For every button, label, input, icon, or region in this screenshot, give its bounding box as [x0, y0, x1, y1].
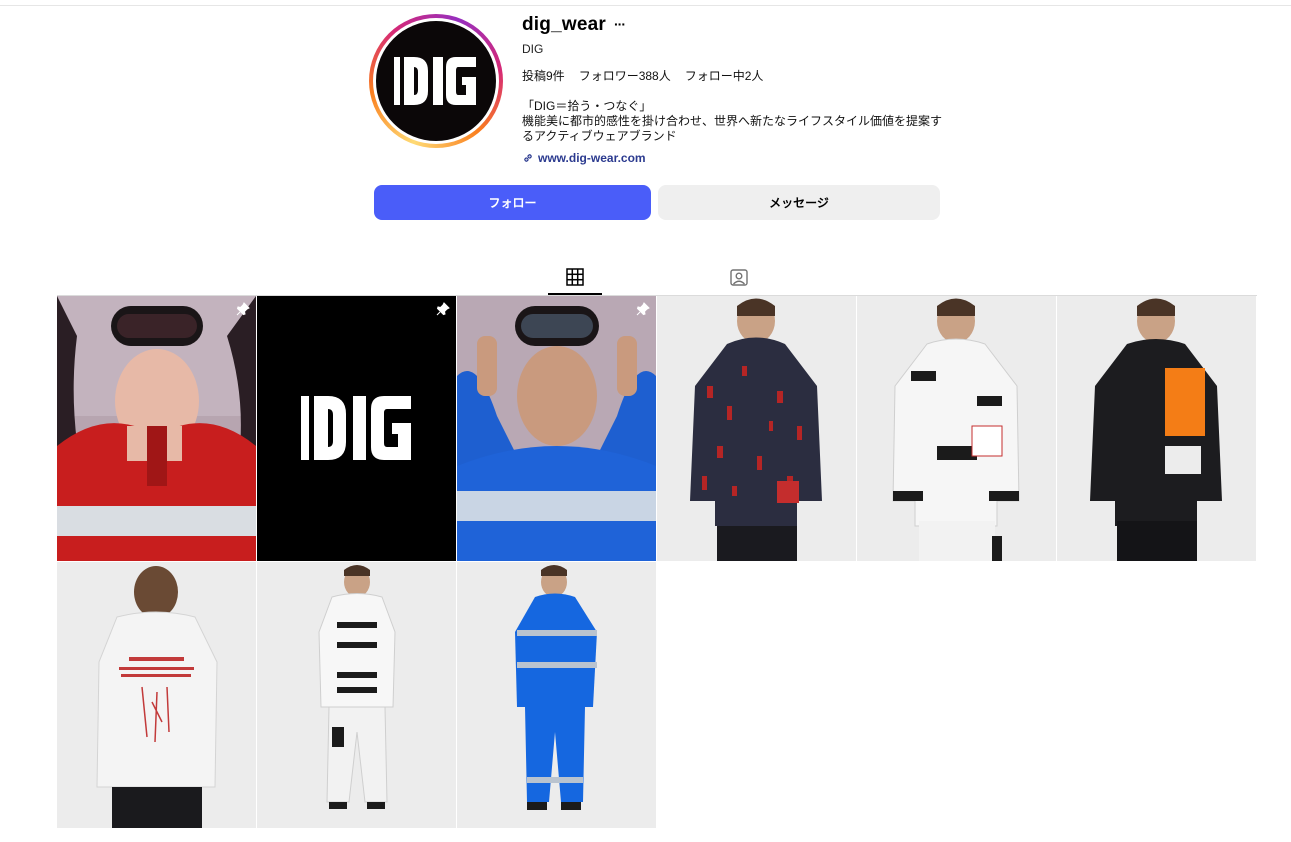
- post-image: [457, 296, 656, 561]
- tab-posts[interactable]: [548, 263, 602, 295]
- posts-count: 投稿9件: [522, 69, 565, 83]
- profile-full-name: DIG: [522, 42, 544, 56]
- post-thumbnail[interactable]: [57, 296, 256, 561]
- followers-count[interactable]: フォロワー388人: [579, 67, 671, 84]
- post-image: [857, 296, 1056, 561]
- avatar: [376, 21, 496, 141]
- post-thumbnail[interactable]: [1057, 296, 1256, 561]
- post-thumbnail[interactable]: [657, 296, 856, 561]
- profile-username: dig_wear: [522, 14, 606, 35]
- post-image: [457, 562, 656, 828]
- following-count[interactable]: フォロー中2人: [685, 67, 764, 84]
- bio-line: 機能美に都市的感性を掛け合わせ、世界へ新たなライフスタイル価値を提案す: [522, 114, 943, 128]
- profile-link[interactable]: www.dig-wear.com: [522, 151, 646, 165]
- more-options-icon[interactable]: ···: [614, 16, 626, 32]
- top-divider: [0, 5, 1291, 6]
- post-thumbnail[interactable]: [257, 296, 456, 561]
- post-thumbnail[interactable]: [457, 562, 656, 828]
- profile-stats: 投稿9件 フォロワー388人 フォロー中2人: [522, 67, 763, 84]
- bio-line: 「DIG＝拾う・つなぐ」: [522, 99, 652, 113]
- pinned-icon: [636, 302, 650, 316]
- profile-link-text[interactable]: www.dig-wear.com: [538, 151, 646, 165]
- bio-line: るアクティブウェアブランド: [522, 129, 677, 143]
- avatar-frame: [373, 18, 499, 144]
- pinned-icon: [236, 302, 250, 316]
- dig-logo: [394, 57, 476, 105]
- tagged-person-icon: [730, 269, 748, 286]
- post-image: [657, 296, 856, 561]
- link-icon: [524, 154, 532, 162]
- profile-bio: 「DIG＝拾う・つなぐ」 機能美に都市的感性を掛け合わせ、世界へ新たなライフスタ…: [522, 99, 942, 144]
- post-image: [1057, 296, 1256, 561]
- post-thumbnail[interactable]: [57, 562, 256, 828]
- post-image: [57, 296, 256, 561]
- avatar-story-ring[interactable]: [369, 14, 503, 148]
- post-thumbnail[interactable]: [257, 562, 456, 828]
- grid-icon: [566, 268, 584, 286]
- post-thumbnail[interactable]: [857, 296, 1056, 561]
- follow-button[interactable]: フォロー: [374, 185, 651, 220]
- post-image: [257, 296, 456, 561]
- post-image: [57, 562, 256, 828]
- pinned-icon: [436, 302, 450, 316]
- message-button[interactable]: メッセージ: [658, 185, 940, 220]
- post-image: [257, 562, 456, 828]
- tab-tagged[interactable]: [712, 263, 766, 295]
- post-thumbnail[interactable]: [457, 296, 656, 561]
